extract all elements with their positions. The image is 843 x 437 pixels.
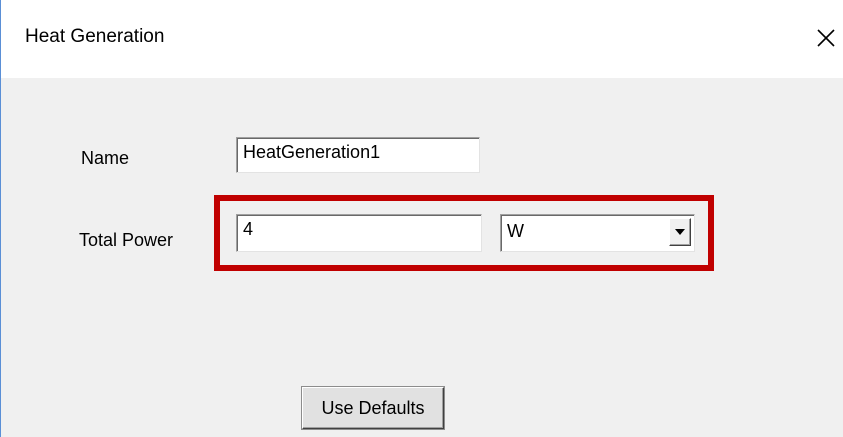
unit-dropdown-button[interactable] [669, 218, 691, 246]
window-title: Heat Generation [25, 26, 165, 47]
use-defaults-button[interactable]: Use Defaults [302, 387, 444, 429]
unit-select-value: W [507, 221, 524, 241]
close-button[interactable] [808, 20, 843, 56]
dialog-window: Heat Generation Name HeatGeneration1 Tot… [0, 0, 843, 437]
title-bar: Heat Generation [1, 0, 843, 78]
total-power-label: Total Power [79, 230, 174, 250]
total-power-field[interactable]: 4 [236, 214, 482, 252]
name-label: Name [81, 148, 130, 168]
chevron-down-icon [675, 229, 685, 235]
close-icon [817, 29, 835, 47]
unit-select[interactable]: W [500, 214, 695, 252]
name-field[interactable]: HeatGeneration1 [236, 137, 480, 173]
